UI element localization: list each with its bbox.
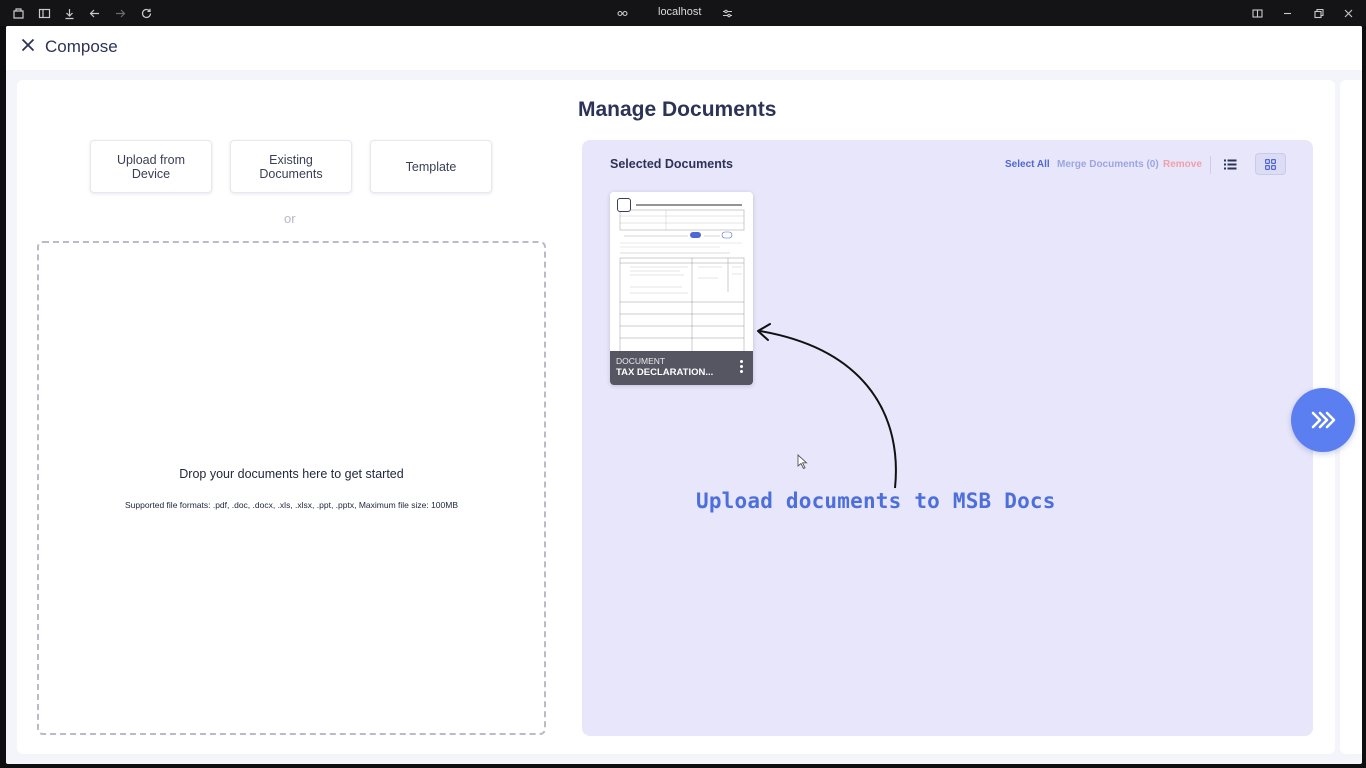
next-step-button[interactable]: [1291, 388, 1355, 452]
annotation-caption: Upload documents to MSB Docs: [696, 489, 1056, 513]
double-chevron-right-icon: [1311, 411, 1336, 429]
mouse-cursor-icon: [797, 454, 808, 470]
annotation-arrow: [757, 323, 897, 489]
